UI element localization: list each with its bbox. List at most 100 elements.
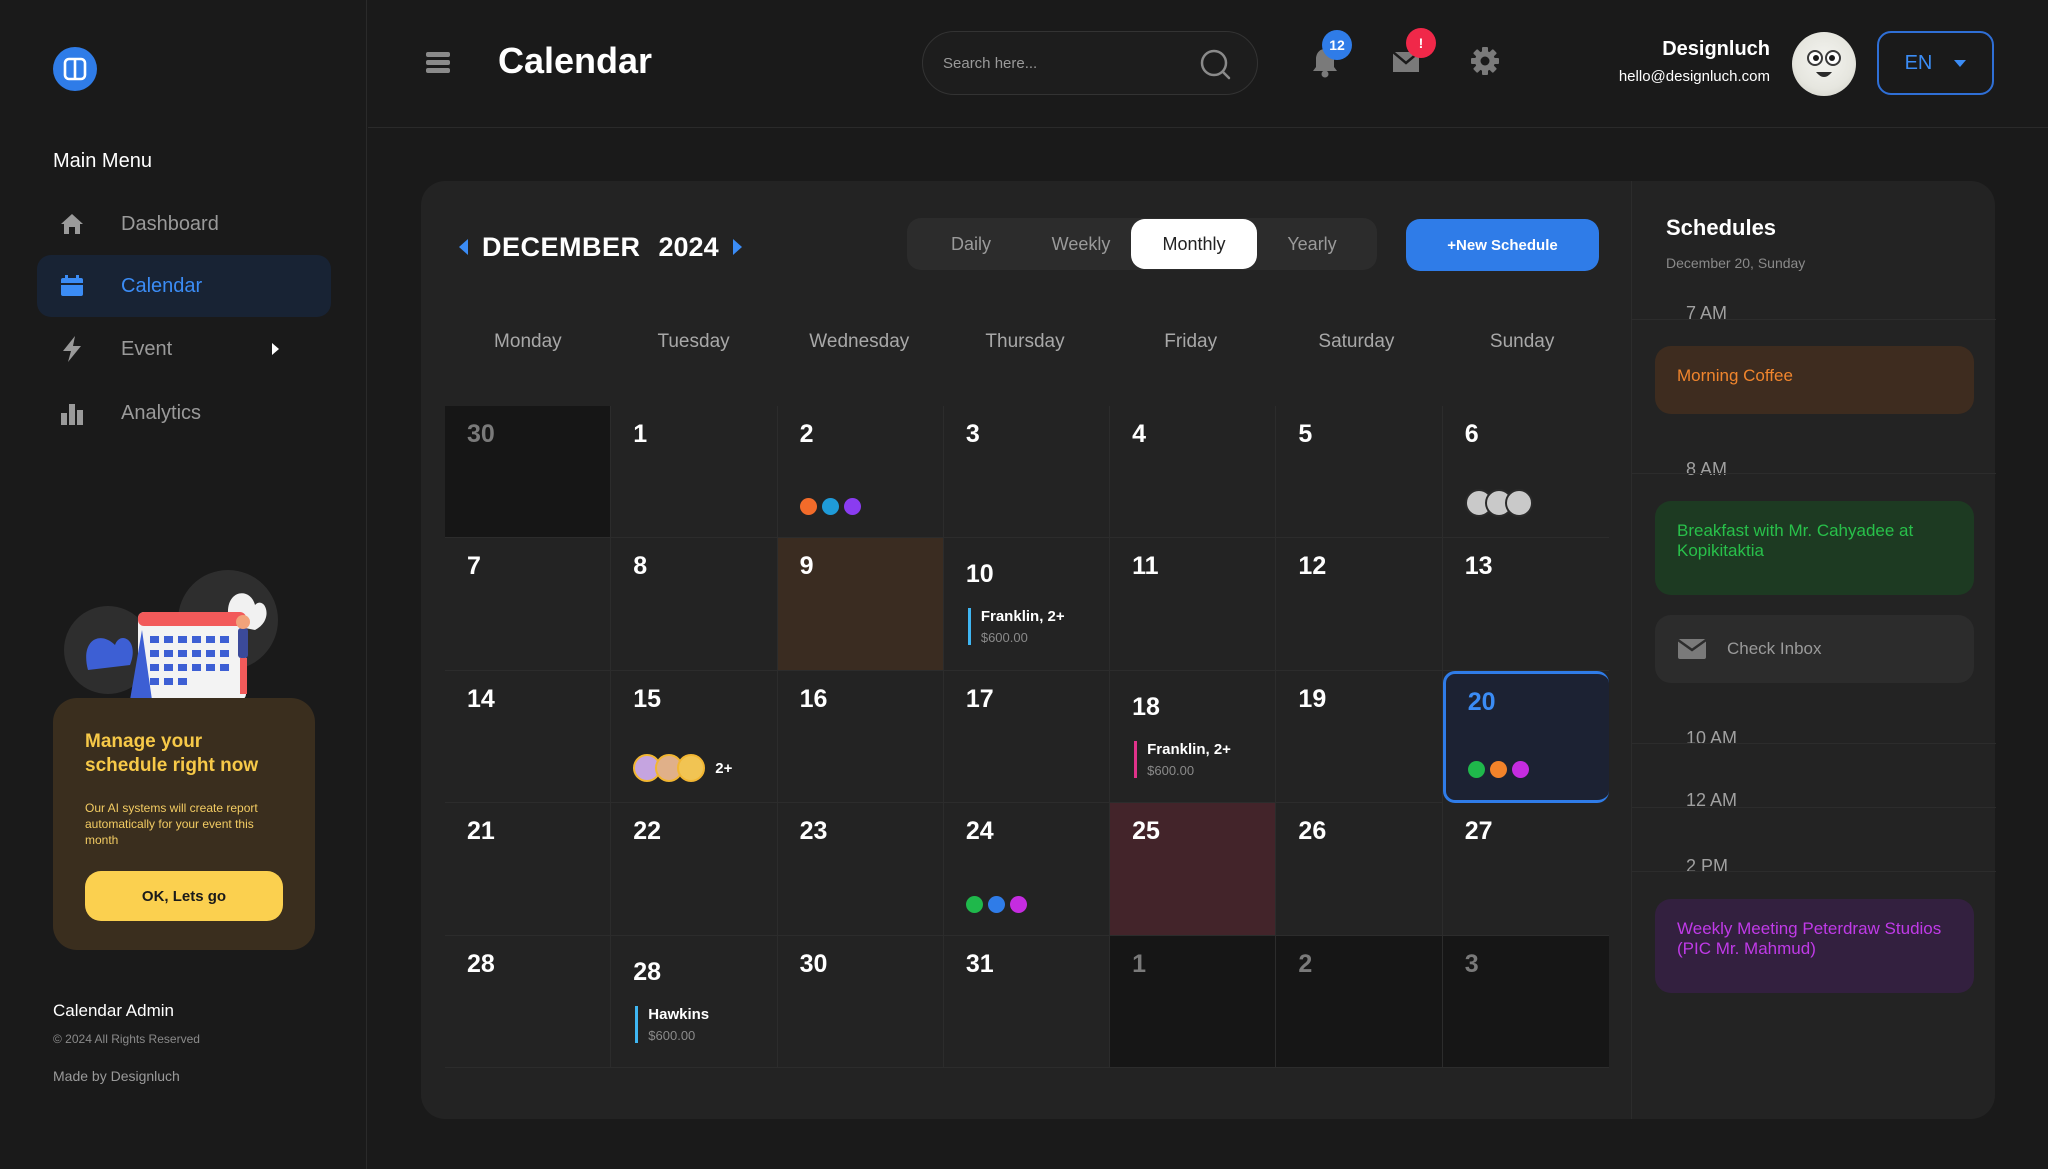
attendee-avatars — [1464, 489, 1533, 518]
attendee-avatar — [677, 754, 706, 783]
tab-weekly[interactable]: Weekly — [1031, 219, 1131, 269]
day-cell[interactable]: 13 — [1442, 538, 1609, 671]
day-number: 16 — [799, 684, 828, 713]
attendee-avatar — [1504, 489, 1533, 518]
day-cell[interactable]: 6 — [1442, 406, 1609, 539]
sidebar-item-event[interactable]: Event — [37, 318, 331, 380]
messages-badge: ! — [1406, 28, 1436, 58]
notification-badge: 12 — [1322, 30, 1352, 60]
day-cell[interactable]: 10 Franklin, 2+ $600.00 — [943, 538, 1111, 671]
day-number: 28 — [467, 949, 495, 978]
footer-title: Calendar Admin — [53, 1001, 174, 1020]
avatar[interactable] — [1792, 32, 1856, 96]
day-cell[interactable]: 30 — [777, 935, 944, 1068]
day-cell[interactable]: 11 — [1110, 538, 1277, 671]
day-cell[interactable]: 3 — [943, 406, 1111, 539]
day-cell[interactable]: 21 — [445, 803, 612, 936]
day-cell[interactable]: 15 2+ — [611, 670, 778, 804]
day-cell[interactable]: 19 — [1276, 670, 1443, 804]
day-number: 24 — [965, 817, 994, 846]
event-title: Hawkins — [648, 1005, 710, 1023]
tab-daily[interactable]: Daily — [911, 219, 1031, 269]
day-cell[interactable]: 22 — [611, 803, 778, 936]
day-number: 22 — [633, 817, 662, 846]
menu-icon[interactable] — [426, 52, 450, 74]
event-entry[interactable]: Franklin, 2+ $600.00 — [1134, 740, 1231, 778]
day-cell[interactable]: 3 — [1442, 935, 1609, 1068]
day-cell[interactable]: 4 — [1110, 406, 1277, 539]
sidebar-item-dashboard[interactable]: Dashboard — [37, 193, 331, 255]
day-cell[interactable]: 25 — [1110, 803, 1277, 936]
schedule-item[interactable]: Morning Coffee — [1655, 346, 1974, 414]
settings-button[interactable] — [1470, 46, 1502, 78]
header: Calendar 12 ! — [368, 0, 2048, 128]
new-schedule-button[interactable]: +New Schedule — [1406, 219, 1599, 271]
tab-yearly[interactable]: Yearly — [1257, 219, 1367, 269]
day-cell[interactable]: 31 — [943, 935, 1111, 1068]
day-number: 2 — [799, 420, 814, 448]
day-cell[interactable]: 26 — [1276, 803, 1443, 936]
day-number: 3 — [1464, 949, 1479, 978]
chevron-right-icon — [272, 343, 279, 355]
next-month-icon[interactable] — [732, 239, 742, 255]
page-title: Calendar — [498, 40, 653, 81]
weekday-label: Saturday — [1318, 331, 1395, 352]
calendar-grid: 30 1 2 3 4 5 6 7 8 9 10 Franklin, 2+ $600.00 11 12 13 14… — [445, 406, 1609, 1068]
time-label: 10 AM — [1686, 728, 1738, 748]
day-number: 18 — [1132, 692, 1160, 721]
day-cell[interactable]: 12 — [1276, 538, 1443, 671]
schedule-item[interactable]: Check Inbox — [1655, 615, 1974, 683]
event-dots — [1467, 761, 1529, 779]
promo-title: Manage your schedule right now — [85, 731, 259, 776]
day-number: 8 — [633, 552, 648, 581]
day-cell[interactable]: 1 — [611, 406, 778, 539]
user-email: hello@designluch.com — [1618, 68, 1770, 85]
day-cell[interactable]: 5 — [1276, 406, 1443, 539]
language-selector[interactable]: EN — [1877, 31, 1994, 95]
prev-month-icon[interactable] — [459, 239, 468, 255]
day-cell[interactable]: 28 — [445, 935, 612, 1068]
event-title: Franklin, 2+ — [980, 608, 1065, 626]
day-cell[interactable]: 23 — [777, 803, 944, 936]
day-cell[interactable]: 9 — [777, 538, 944, 671]
weekday-label: Wednesday — [809, 331, 910, 352]
day-cell[interactable]: 7 — [445, 538, 612, 671]
day-cell[interactable]: 28 Hawkins $600.00 — [611, 935, 778, 1068]
messages-button[interactable]: ! — [1390, 28, 1436, 78]
event-entry[interactable]: Hawkins $600.00 — [635, 1005, 710, 1043]
day-cell[interactable]: 27 — [1442, 803, 1609, 936]
day-cell[interactable]: 8 — [611, 538, 778, 671]
sidebar-item-calendar[interactable]: Calendar — [37, 255, 331, 317]
day-cell[interactable]: 18 Franklin, 2+ $600.00 — [1110, 670, 1277, 804]
schedule-item[interactable]: Breakfast with Mr. Cahyadee at Kopikitak… — [1655, 501, 1974, 595]
layout-icon — [63, 57, 87, 81]
app-logo[interactable] — [53, 47, 97, 91]
day-cell[interactable]: 16 — [777, 670, 944, 804]
day-cell[interactable]: 14 — [445, 670, 612, 804]
day-cell-today[interactable]: 20 — [1442, 670, 1609, 804]
tab-monthly[interactable]: Monthly — [1131, 219, 1257, 269]
day-cell[interactable]: 2 — [777, 406, 944, 539]
app: Main Menu Dashboard Calendar Event Analy… — [0, 0, 2048, 1169]
day-number: 1 — [1132, 949, 1147, 978]
gear-icon — [1471, 47, 1499, 75]
sidebar-item-analytics[interactable]: Analytics — [37, 382, 331, 444]
search-icon[interactable] — [1199, 48, 1231, 80]
day-number: 21 — [467, 817, 495, 846]
schedules-panel: Schedules December 20, Sunday 7 AM Morni… — [1631, 181, 1996, 1119]
day-cell[interactable]: 24 — [943, 803, 1111, 936]
day-cell[interactable]: 2 — [1276, 935, 1443, 1068]
day-cell[interactable]: 17 — [943, 670, 1111, 804]
time-divider — [1632, 473, 1996, 474]
notification-button[interactable]: 12 — [1310, 30, 1352, 78]
calendar-panel: DECEMBER 2024 Daily Weekly Monthly Yearl… — [421, 181, 1996, 1119]
search-input[interactable] — [943, 32, 1183, 94]
schedule-item-label: Weekly Meeting Peterdraw Studios (PIC Mr… — [1677, 919, 1942, 958]
promo-button[interactable]: OK, Lets go — [85, 871, 283, 921]
promo-text: Our AI systems will create report automa… — [85, 801, 258, 847]
schedule-item[interactable]: Weekly Meeting Peterdraw Studios (PIC Mr… — [1655, 899, 1974, 993]
event-entry[interactable]: Franklin, 2+ $600.00 — [967, 608, 1065, 646]
day-number: 23 — [799, 817, 828, 846]
day-cell[interactable]: 30 — [445, 406, 612, 539]
day-cell[interactable]: 1 — [1110, 935, 1277, 1068]
